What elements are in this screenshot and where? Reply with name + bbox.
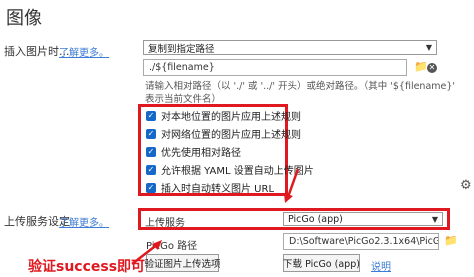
folder-icon[interactable]: 📁 [414, 60, 428, 73]
insert-image-mode-select[interactable]: 复制到指定路径 ▼ [143, 40, 437, 55]
folder-icon[interactable]: 📁 [444, 234, 458, 247]
verify-upload-button[interactable]: 验证图片上传选项 [145, 254, 221, 272]
option-row[interactable]: ✓ 插入时自动转义图片 URL [146, 180, 274, 195]
option-label: 对本地位置的图片应用上述规则 [161, 112, 301, 123]
option-label: 优先使用相对路径 [161, 148, 241, 159]
page-title: 图像 [6, 8, 42, 29]
option-label: 插入时自动转义图片 URL [161, 184, 275, 195]
checkbox-checked-icon[interactable]: ✓ [146, 146, 156, 157]
insert-image-mode-value: 复制到指定路径 [148, 43, 215, 55]
image-path-input[interactable]: ./${filename} [143, 59, 407, 76]
insert-image-learn-more-link[interactable]: 了解更多。 [59, 44, 109, 59]
path-help-text: 请输入相对路径（以 './' 或 '../' 开头）或绝对路径。（其中 '${f… [145, 81, 456, 105]
checkbox-checked-icon[interactable]: ✓ [146, 164, 156, 175]
option-row[interactable]: ✓ 对本地位置的图片应用上述规则 [146, 108, 301, 123]
picgo-path-input[interactable]: D:\Software\PicGo2.3.1x64\PicGo.exe [283, 233, 439, 250]
option-label: 对网络位置的图片应用上述规则 [161, 130, 301, 141]
chevron-down-icon: ▼ [425, 43, 432, 52]
option-row[interactable]: ✓ 优先使用相对路径 [146, 144, 241, 159]
annotation-arrow-icon [284, 168, 300, 203]
option-row[interactable]: ✓ 对网络位置的图片应用上述规则 [146, 126, 301, 141]
clear-icon[interactable]: ✕ [427, 63, 437, 73]
download-picgo-button[interactable]: 下载 PicGo (app) [283, 254, 360, 272]
upload-service-select[interactable]: PicGo (app) ▼ [283, 212, 443, 226]
checkbox-checked-icon[interactable]: ✓ [146, 128, 156, 139]
checkbox-checked-icon[interactable]: ✓ [146, 182, 156, 193]
help-link[interactable]: 说明 [371, 258, 391, 273]
gear-icon[interactable]: ⚙ [460, 178, 472, 193]
chevron-down-icon: ▼ [431, 214, 438, 224]
checkbox-checked-icon[interactable]: ✓ [146, 110, 156, 121]
upload-service-value: PicGo (app) [288, 213, 343, 225]
upload-learn-more-link[interactable]: 了解更多。 [59, 214, 109, 229]
upload-service-field-label: 上传服务 [145, 218, 185, 229]
